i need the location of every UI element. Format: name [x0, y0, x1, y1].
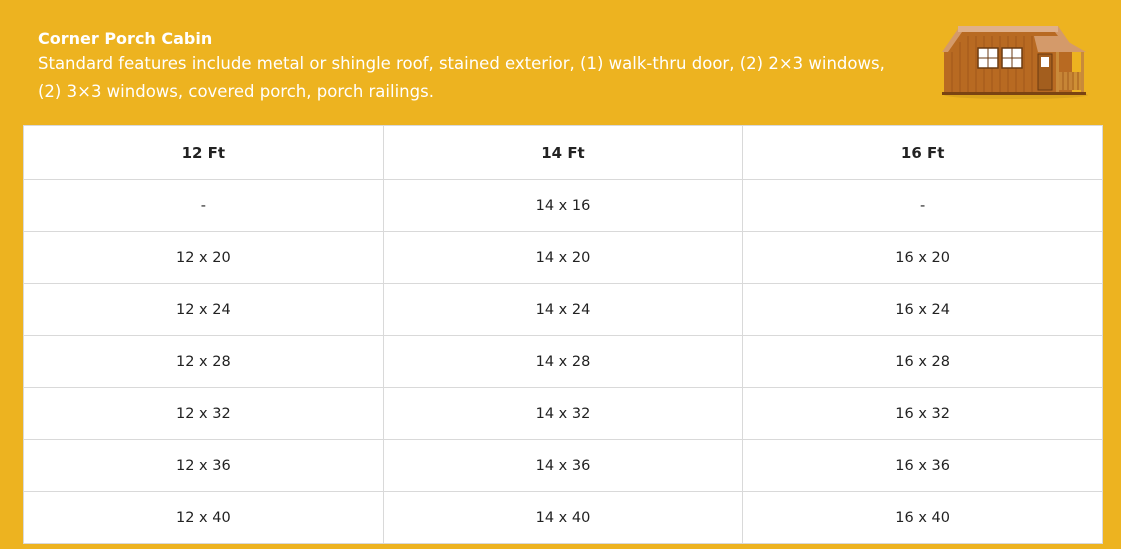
table-cell: 14 x 40: [382, 491, 744, 544]
table-cell: -: [742, 179, 1103, 232]
table-cell: 14 x 28: [382, 335, 744, 388]
table-row: 12 x 32 14 x 32 16 x 32: [23, 387, 1103, 440]
table-cell: 16 x 36: [742, 439, 1103, 492]
table-cell: 12 x 28: [23, 335, 384, 388]
table-cell: 12 x 20: [23, 231, 384, 284]
table-cell: 12 x 24: [23, 283, 384, 336]
table-cell: 12 x 40: [23, 491, 384, 544]
product-header: Corner Porch Cabin Standard features inc…: [38, 28, 898, 106]
table-cell: 16 x 40: [742, 491, 1103, 544]
table-cell: 14 x 32: [382, 387, 744, 440]
column-header: 12 Ft: [23, 125, 384, 180]
table-row: 12 x 24 14 x 24 16 x 24: [23, 283, 1103, 336]
table-cell: 14 x 16: [382, 179, 744, 232]
table-row: 12 x 40 14 x 40 16 x 40: [23, 491, 1103, 544]
table-row: 12 x 28 14 x 28 16 x 28: [23, 335, 1103, 388]
table-cell: -: [23, 179, 384, 232]
size-table: 12 Ft 14 Ft 16 Ft - 14 x 16 - 12 x 20 14…: [23, 125, 1103, 544]
table-cell: 16 x 24: [742, 283, 1103, 336]
table-cell: 12 x 36: [23, 439, 384, 492]
cabin-photo: [942, 26, 1088, 99]
table-row: - 14 x 16 -: [23, 179, 1103, 232]
product-title: Corner Porch Cabin: [38, 29, 213, 48]
table-header-row: 12 Ft 14 Ft 16 Ft: [23, 125, 1103, 180]
table-row: 12 x 36 14 x 36 16 x 36: [23, 439, 1103, 492]
column-header: 16 Ft: [742, 125, 1103, 180]
table-row: 12 x 20 14 x 20 16 x 20: [23, 231, 1103, 284]
product-description: Standard features include metal or shing…: [38, 54, 885, 101]
table-cell: 12 x 32: [23, 387, 384, 440]
table-cell: 14 x 24: [382, 283, 744, 336]
table-cell: 14 x 36: [382, 439, 744, 492]
table-cell: 14 x 20: [382, 231, 744, 284]
table-cell: 16 x 32: [742, 387, 1103, 440]
column-header: 14 Ft: [382, 125, 744, 180]
table-cell: 16 x 20: [742, 231, 1103, 284]
table-cell: 16 x 28: [742, 335, 1103, 388]
